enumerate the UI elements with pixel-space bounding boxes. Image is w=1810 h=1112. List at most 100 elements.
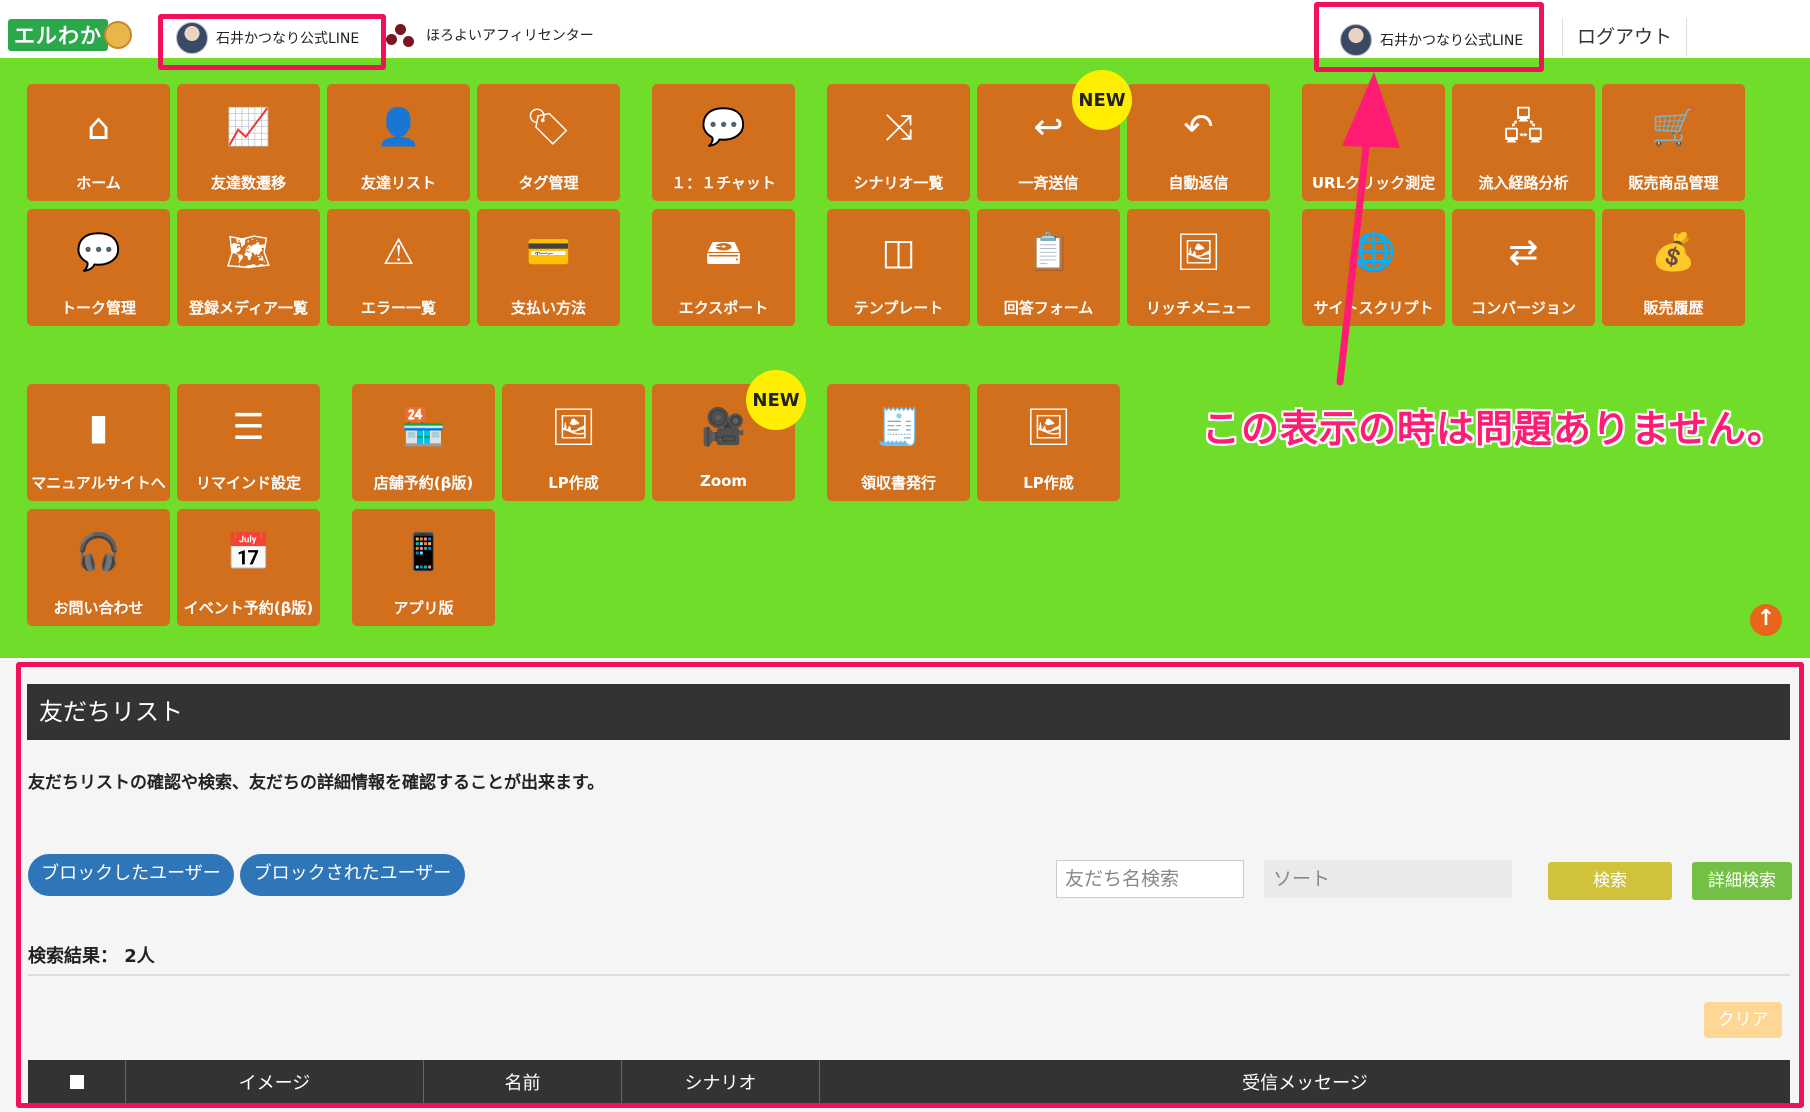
credit-card-icon: 💳: [526, 232, 571, 273]
annotation-text: この表示の時は問題ありません。: [1202, 407, 1786, 451]
menu-tile-label: 流入経路分析: [1478, 174, 1569, 192]
menu-tile-template[interactable]: ◫ テンプレート: [827, 209, 970, 326]
clipboard-icon: 📋: [1026, 232, 1071, 273]
menu-tile-label: テンプレート: [853, 299, 944, 317]
menu-tile-label: 友達リスト: [360, 174, 436, 192]
menu-tile-label: LP作成: [1023, 474, 1074, 492]
shuffle-icon: ⤨: [884, 107, 913, 148]
menu-tile-payment[interactable]: 💳 支払い方法: [477, 209, 620, 326]
book-icon: ▮: [88, 407, 109, 448]
image-icon: 🖼: [1175, 232, 1222, 273]
menu-tile-receipt[interactable]: 🧾 領収書発行: [827, 384, 970, 501]
tags-icon: 🏷: [525, 107, 572, 148]
menu-tile-manual[interactable]: ▮ マニュアルサイトへ: [27, 384, 170, 501]
document-icon: 🧾: [876, 407, 921, 448]
menu-tile-home[interactable]: ⌂ ホーム: [27, 84, 170, 201]
menu-tile-rich-menu[interactable]: 🖼 リッチメニュー: [1127, 209, 1270, 326]
affiliate-icon: [386, 22, 416, 48]
menu-tile-label: 店舗予約(β版): [373, 474, 474, 492]
cart-icon: 🛒: [1651, 107, 1696, 148]
pointer-icon: 🖱: [1362, 107, 1385, 148]
menu-tile-inflow[interactable]: 🖧 流入経路分析: [1452, 84, 1595, 201]
menu-tile-scenario[interactable]: ⤨ シナリオ一覧: [827, 84, 970, 201]
chat-icon: 💬: [701, 107, 746, 148]
menu-tile-label: URLクリック測定: [1311, 174, 1436, 192]
exchange-icon: ⇄: [1508, 232, 1539, 273]
menu-tile-label: Zoom: [699, 472, 748, 490]
affiliate-label: ほろよいアフィリセンター: [426, 28, 594, 44]
mobile-icon: 📱: [401, 532, 446, 573]
columns-icon: ◫: [881, 232, 916, 273]
menu-tile-label: リマインド設定: [195, 474, 301, 492]
menu-tile-label: エラー一覧: [360, 299, 436, 317]
menu-tile-friend-trend[interactable]: 📈 友達数遷移: [177, 84, 320, 201]
menu-tile-label: LP作成: [548, 474, 599, 492]
calendar-icon: 📅: [226, 532, 271, 573]
new-badge-broadcast: NEW: [1072, 70, 1132, 130]
menu-tile-url-click[interactable]: 🖱 URLクリック測定: [1302, 84, 1445, 201]
logo-text: エルわか: [8, 19, 108, 51]
map-icon: 🗺: [225, 232, 272, 273]
monkey-logo-icon: [104, 21, 132, 49]
menu-tile-friend-list[interactable]: 👤 友達リスト: [327, 84, 470, 201]
menu-tile-auto-reply[interactable]: ↶ 自動返信: [1127, 84, 1270, 201]
menu-tile-sales-history[interactable]: 💰 販売履歴: [1602, 209, 1745, 326]
menu-tile-tag[interactable]: 🏷 タグ管理: [477, 84, 620, 201]
line-chart-icon: 📈: [226, 107, 271, 148]
menu-tile-label: イベント予約(β版): [183, 599, 314, 617]
menu-tile-lp1[interactable]: 🖼 LP作成: [502, 384, 645, 501]
highlight-account-right: [1314, 2, 1544, 72]
menu-tile-label: 販売履歴: [1643, 299, 1704, 317]
menu-tile-app[interactable]: 📱 アプリ版: [352, 509, 495, 626]
menu-tile-errors[interactable]: ⚠ エラー一覧: [327, 209, 470, 326]
home-icon: ⌂: [87, 107, 110, 148]
money-bag-icon: 💰: [1651, 232, 1696, 273]
app-logo[interactable]: エルわか: [8, 19, 132, 51]
menu-tile-contact[interactable]: 🎧 お問い合わせ: [27, 509, 170, 626]
menu-tile-store[interactable]: 🏪 店舗予約(β版): [352, 384, 495, 501]
www-icon: 🌐: [1351, 232, 1396, 273]
webpage-icon: 🖼: [550, 407, 597, 448]
sitemap-icon: 🖧: [1503, 107, 1544, 148]
menu-tile-label: エクスポート: [678, 299, 769, 317]
menu-tile-label: 自動返信: [1168, 174, 1229, 192]
menu-tile-remind[interactable]: ☰ リマインド設定: [177, 384, 320, 501]
menu-tile-chat[interactable]: 💬 １：１チャット: [652, 84, 795, 201]
menu-tile-label: 一斉送信: [1018, 174, 1079, 192]
menu-tile-site-script[interactable]: 🌐 サイトスクリプト: [1302, 209, 1445, 326]
menu-tile-label: 回答フォーム: [1003, 299, 1094, 317]
menu-tile-form[interactable]: 📋 回答フォーム: [977, 209, 1120, 326]
headset-icon: 🎧: [76, 532, 121, 573]
menu-tile-label: マニュアルサイトへ: [31, 474, 166, 492]
store-icon: 🏪: [401, 407, 446, 448]
highlight-friend-list: [16, 662, 1804, 1108]
menu-tile-conversion[interactable]: ⇄ コンバージョン: [1452, 209, 1595, 326]
menu-tile-label: １：１チャット: [671, 174, 776, 192]
menu-tile-lp2[interactable]: 🖼 LP作成: [977, 384, 1120, 501]
webpage-icon: 🖼: [1025, 407, 1072, 448]
menu-tile-export[interactable]: 🖴 エクスポート: [652, 209, 795, 326]
menu-tile-label: 領収書発行: [860, 474, 936, 492]
affiliate-link[interactable]: ほろよいアフィリセンター: [386, 22, 594, 48]
menu-tile-label: お問い合わせ: [53, 599, 144, 617]
undo-icon: ↶: [1183, 107, 1214, 148]
menu-tile-products[interactable]: 🛒 販売商品管理: [1602, 84, 1745, 201]
menu-tile-label: トーク管理: [60, 299, 136, 317]
scroll-top-icon[interactable]: ↑: [1750, 604, 1782, 636]
menu-tile-label: タグ管理: [518, 174, 579, 192]
menu-tile-label: リッチメニュー: [1145, 299, 1251, 317]
menu-tile-label: 友達数遷移: [210, 174, 286, 192]
menu-tile-event[interactable]: 📅 イベント予約(β版): [177, 509, 320, 626]
warning-icon: ⚠: [382, 232, 415, 273]
logout-button[interactable]: ログアウト: [1562, 18, 1688, 56]
menu-tile-media[interactable]: 🗺 登録メディア一覧: [177, 209, 320, 326]
menu-tile-label: アプリ版: [393, 599, 454, 617]
menu-tile-label: 登録メディア一覧: [189, 299, 308, 317]
hdd-icon: 🖴: [705, 232, 742, 273]
speech-bubble-icon: 💬: [76, 232, 121, 273]
menu-tile-label: シナリオ一覧: [853, 174, 944, 192]
menu-tile-label: 販売商品管理: [1628, 174, 1719, 192]
highlight-account-left: [158, 14, 386, 70]
menu-tile-talk[interactable]: 💬 トーク管理: [27, 209, 170, 326]
list-icon: ☰: [232, 407, 265, 448]
